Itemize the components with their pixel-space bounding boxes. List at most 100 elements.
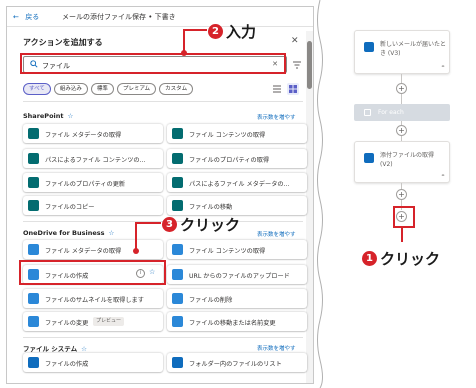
action-card-create-file[interactable]: ファイルの作成 i ☆	[23, 265, 163, 284]
star-icon[interactable]: ☆	[81, 345, 87, 353]
outlook-icon	[364, 153, 374, 163]
onedrive-icon	[172, 244, 183, 255]
action-label: ファイルのサムネイルを取得します	[45, 297, 144, 304]
action-label: ファイルの削除	[189, 297, 233, 304]
sharepoint-icon	[28, 153, 39, 164]
action-label: ファイルの変更	[45, 320, 89, 327]
add-step-icon[interactable]: +	[396, 189, 407, 200]
action-card[interactable]: ファイルの作成	[23, 353, 163, 372]
grid-view-icon[interactable]	[287, 83, 299, 95]
action-label: URL からのファイルのアップロード	[189, 273, 290, 280]
action-card[interactable]: ファイルの削除	[167, 289, 307, 308]
add-step-icon[interactable]: +	[396, 83, 407, 94]
back-arrow-icon: ←	[13, 13, 19, 21]
clear-search-icon[interactable]: ✕	[272, 60, 278, 68]
action-card[interactable]: パスによるファイル コンテンツの...	[23, 149, 163, 168]
action-card[interactable]: ファイルの移動または名前変更	[167, 312, 307, 331]
section-title: OneDrive for Business	[23, 229, 105, 237]
chip-builtin[interactable]: 組み込み	[53, 83, 88, 95]
link-icon: ⚭	[440, 173, 445, 179]
action-label: パスによるファイル メタデータの...	[189, 181, 290, 188]
file-system-icon	[172, 357, 183, 368]
sharepoint-icon	[172, 153, 183, 164]
trigger-node[interactable]: 新しいメールが届いたとき (V3) ⚭	[354, 30, 450, 74]
onedrive-icon	[28, 244, 39, 255]
back-label: 戻る	[25, 13, 40, 21]
chip-standard[interactable]: 標準	[90, 83, 114, 95]
close-icon[interactable]: ✕	[291, 36, 299, 46]
onedrive-icon	[172, 293, 183, 304]
pointer-line	[135, 222, 161, 224]
action-card[interactable]: ファイルのプロパティの更新	[23, 173, 163, 192]
annotation-step-2: 2 入力	[208, 21, 256, 42]
add-action-icon[interactable]: +	[396, 211, 407, 222]
see-more-link[interactable]: 表示数を増やす	[257, 344, 296, 352]
section-header-sharepoint: SharePoint ☆	[23, 112, 73, 120]
action-card[interactable]: フォルダー内のファイルのリスト	[167, 353, 307, 372]
pointer-line	[183, 30, 185, 52]
action-card[interactable]: URL からのファイルのアップロード	[167, 265, 307, 284]
action-label: ファイル コンテンツの取得	[189, 248, 266, 255]
pointer-line	[135, 222, 137, 252]
star-icon[interactable]: ☆	[109, 229, 115, 237]
onedrive-icon	[172, 269, 183, 280]
action-label: ファイル コンテンツの取得	[189, 132, 266, 139]
annotation-step-3: 3 クリック	[162, 214, 240, 235]
scrollbar-thumb[interactable]	[307, 41, 312, 89]
breadcrumb: メールの添付ファイル保存 • 下書き	[62, 13, 176, 21]
add-step-icon[interactable]: +	[396, 125, 407, 136]
info-icon[interactable]: i	[136, 269, 145, 278]
action-label: ファイルのプロパティの取得	[189, 157, 270, 164]
flow-canvas: 新しいメールが届いたとき (V3) ⚭ + For each + 添付ファイルの…	[326, 0, 476, 388]
annotation-step-1: 1 クリック	[362, 248, 440, 269]
action-card[interactable]: パスによるファイル メタデータの...	[167, 173, 307, 192]
section-title: SharePoint	[23, 112, 64, 120]
pointer-line	[183, 29, 207, 31]
for-each-node[interactable]: For each	[354, 104, 450, 121]
action-card[interactable]: ファイル メタデータの取得	[23, 240, 163, 259]
star-icon[interactable]: ☆	[149, 268, 155, 276]
action-card[interactable]: ファイル メタデータの取得	[23, 124, 163, 143]
chip-all[interactable]: すべて	[23, 83, 51, 95]
list-view-icon[interactable]	[271, 83, 283, 95]
action-card[interactable]: ファイル コンテンツの取得	[167, 240, 307, 259]
see-more-link[interactable]: 表示数を増やす	[257, 113, 296, 121]
annotation-text: 入力	[226, 23, 257, 41]
for-each-label: For each	[378, 109, 404, 116]
divider	[23, 101, 303, 102]
action-card[interactable]: ファイルの変更 プレビュー	[23, 312, 163, 331]
chip-premium[interactable]: プレミアム	[116, 83, 157, 95]
sharepoint-icon	[172, 200, 183, 211]
action-label: ファイルの移動	[189, 204, 233, 211]
chip-custom[interactable]: カスタム	[159, 83, 194, 95]
action-label: ファイルの作成	[45, 361, 89, 368]
action-card[interactable]: ファイルのコピー	[23, 196, 163, 215]
node-title: 添付ファイルの取得 (V2)	[380, 152, 435, 168]
divider	[23, 337, 303, 338]
back-button[interactable]: ← 戻る	[13, 12, 39, 22]
filter-chips: すべて 組み込み 標準 プレミアム カスタム	[23, 83, 194, 95]
see-more-link[interactable]: 表示数を増やす	[257, 230, 296, 238]
section-header-onedrive: OneDrive for Business ☆	[23, 229, 114, 237]
onedrive-icon	[172, 316, 183, 327]
onedrive-icon	[28, 316, 39, 327]
pointer-line	[401, 226, 403, 242]
preview-badge: プレビュー	[93, 317, 125, 326]
section-title: ファイル システム	[23, 345, 78, 353]
action-card[interactable]: ファイルのサムネイルを取得します	[23, 289, 163, 308]
sharepoint-icon	[28, 128, 39, 139]
action-label: パスによるファイル コンテンツの...	[45, 157, 146, 164]
cut-line	[317, 0, 323, 388]
file-system-icon	[28, 357, 39, 368]
add-action-panel: ← 戻る メールの添付ファイル保存 • 下書き アクションを追加する ✕ ファイ…	[6, 6, 314, 384]
action-card[interactable]: ファイル コンテンツの取得	[167, 124, 307, 143]
loop-icon	[364, 109, 371, 116]
action-label: ファイルの作成	[45, 273, 89, 280]
star-icon[interactable]: ☆	[68, 112, 74, 120]
filter-icon[interactable]	[292, 60, 302, 70]
search-input[interactable]: ファイル ✕	[23, 56, 287, 73]
action-card[interactable]: ファイルの移動	[167, 196, 307, 215]
get-attachment-node[interactable]: 添付ファイルの取得 (V2) ⚭	[354, 141, 450, 183]
action-card[interactable]: ファイルのプロパティの取得	[167, 149, 307, 168]
search-icon	[30, 60, 38, 68]
